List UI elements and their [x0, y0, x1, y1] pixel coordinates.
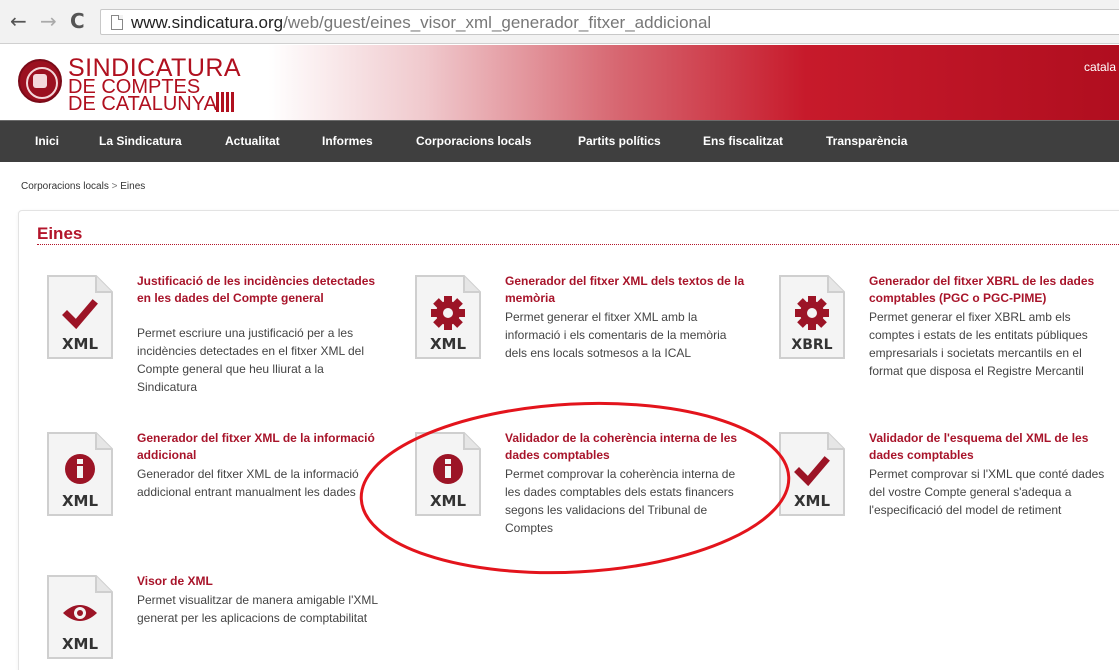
tool-title-link[interactable]: Validador de la coherència interna de le… [505, 430, 745, 464]
nav-item-ens-fiscalitzat[interactable]: Ens fiscalitzat [703, 134, 783, 148]
tool-title-link[interactable]: Validador de l'esquema del XML de les da… [869, 430, 1109, 464]
xml-eye-file-icon[interactable]: XML [45, 573, 115, 661]
section-divider [37, 244, 1119, 245]
tool-title-link[interactable]: Generador del fitxer XML de la informaci… [137, 430, 377, 464]
nav-item-corporacions-locals[interactable]: Corporacions locals [416, 134, 531, 148]
tool-title-link[interactable]: Generador del fitxer XML dels textos de … [505, 273, 745, 307]
tool-item: XML Validador de l'esquema del XML de le… [777, 430, 1117, 560]
tool-item: XML Justificació de les incidències dete… [45, 273, 385, 403]
xml-gear-file-icon[interactable]: XML [413, 273, 483, 361]
xbrl-gear-file-icon[interactable]: XBRL [777, 273, 847, 361]
url-path: /web/guest/eines_visor_xml_generador_fit… [283, 13, 712, 32]
tool-description: Permet comprovar si l'XML que conté dade… [869, 467, 1105, 517]
reload-icon[interactable]: C [70, 10, 85, 32]
tool-description-line: Generador del fitxer XML de la informaci… [137, 467, 359, 481]
tool-title-link[interactable]: Generador del fitxer XBRL de les dades c… [869, 273, 1109, 307]
file-format-label: XML [62, 335, 98, 353]
forward-arrow-icon[interactable]: → [40, 10, 57, 32]
logo-bars-icon [216, 92, 234, 112]
xml-info-file-icon[interactable]: XML [45, 430, 115, 518]
nav-item-informes[interactable]: Informes [322, 134, 373, 148]
file-format-label: XML [62, 492, 98, 510]
tool-description: Generador del fitxer XML de la informaci… [137, 465, 381, 501]
url-host: www.sindicatura.org [131, 13, 284, 32]
breadcrumb: Corporacions locals > Eines [21, 181, 145, 192]
main-navigation: Inici La Sindicatura Actualitat Informes… [0, 120, 1119, 162]
file-format-label: XML [430, 492, 466, 510]
nav-item-la-sindicatura[interactable]: La Sindicatura [99, 134, 182, 148]
sindicatura-seal-icon[interactable] [18, 59, 62, 103]
xml-check-file-icon[interactable]: XML [45, 273, 115, 361]
section-title: Eines [37, 224, 83, 243]
tool-item: XBRL Generador del fitxer XBRL de les da… [777, 273, 1117, 403]
tool-item: XML Visor de XML Permet visualitzar de m… [45, 573, 385, 670]
tool-title-link[interactable]: Justificació de les incidències detectad… [137, 273, 377, 307]
xml-info-file-icon[interactable]: XML [413, 430, 483, 518]
tool-description-line: addicional entrant manualment les dades [137, 485, 356, 499]
file-format-label: XML [62, 635, 98, 653]
breadcrumb-parent-link[interactable]: Corporacions locals [21, 181, 109, 192]
browser-toolbar: ← → C www.sindicatura.org/web/guest/eine… [0, 0, 1119, 44]
file-format-label: XML [430, 335, 466, 353]
address-bar[interactable]: www.sindicatura.org/web/guest/eines_viso… [100, 9, 1119, 35]
xml-check-file-icon[interactable]: XML [777, 430, 847, 518]
back-arrow-icon[interactable]: ← [10, 10, 27, 32]
tool-description: Permet escriure una justificació per a l… [137, 326, 365, 394]
file-format-label: XML [794, 492, 830, 510]
file-format-label: XBRL [791, 337, 832, 353]
nav-item-inici[interactable]: Inici [35, 134, 59, 148]
nav-item-transparencia[interactable]: Transparència [826, 134, 907, 148]
page-icon [111, 15, 123, 30]
site-header: SINDICATURA DE COMPTES DE CATALUNYA cata… [0, 45, 1119, 120]
breadcrumb-separator: > [111, 181, 118, 192]
language-link[interactable]: catala [1084, 60, 1116, 74]
tool-description: Permet comprovar la coherència interna d… [505, 467, 736, 535]
tool-description: Permet visualitzar de manera amigable l'… [137, 593, 378, 625]
tool-description: Permet generar el fixer XBRL amb els com… [869, 310, 1088, 378]
nav-item-actualitat[interactable]: Actualitat [225, 134, 280, 148]
tool-description: Permet generar el fitxer XML amb la info… [505, 310, 727, 360]
tool-item: XML Generador del fitxer XML de la infor… [45, 430, 385, 560]
tool-item: XML Generador del fitxer XML dels textos… [413, 273, 753, 403]
breadcrumb-current: Eines [120, 181, 146, 192]
nav-item-partits-politics[interactable]: Partits polítics [578, 134, 661, 148]
url-text: www.sindicatura.org/web/guest/eines_viso… [131, 13, 711, 32]
tool-item: XML Validador de la coherència interna d… [413, 430, 753, 560]
tool-title-link[interactable]: Visor de XML [137, 573, 377, 590]
logo-line-3: DE CATALUNYA [68, 93, 217, 115]
